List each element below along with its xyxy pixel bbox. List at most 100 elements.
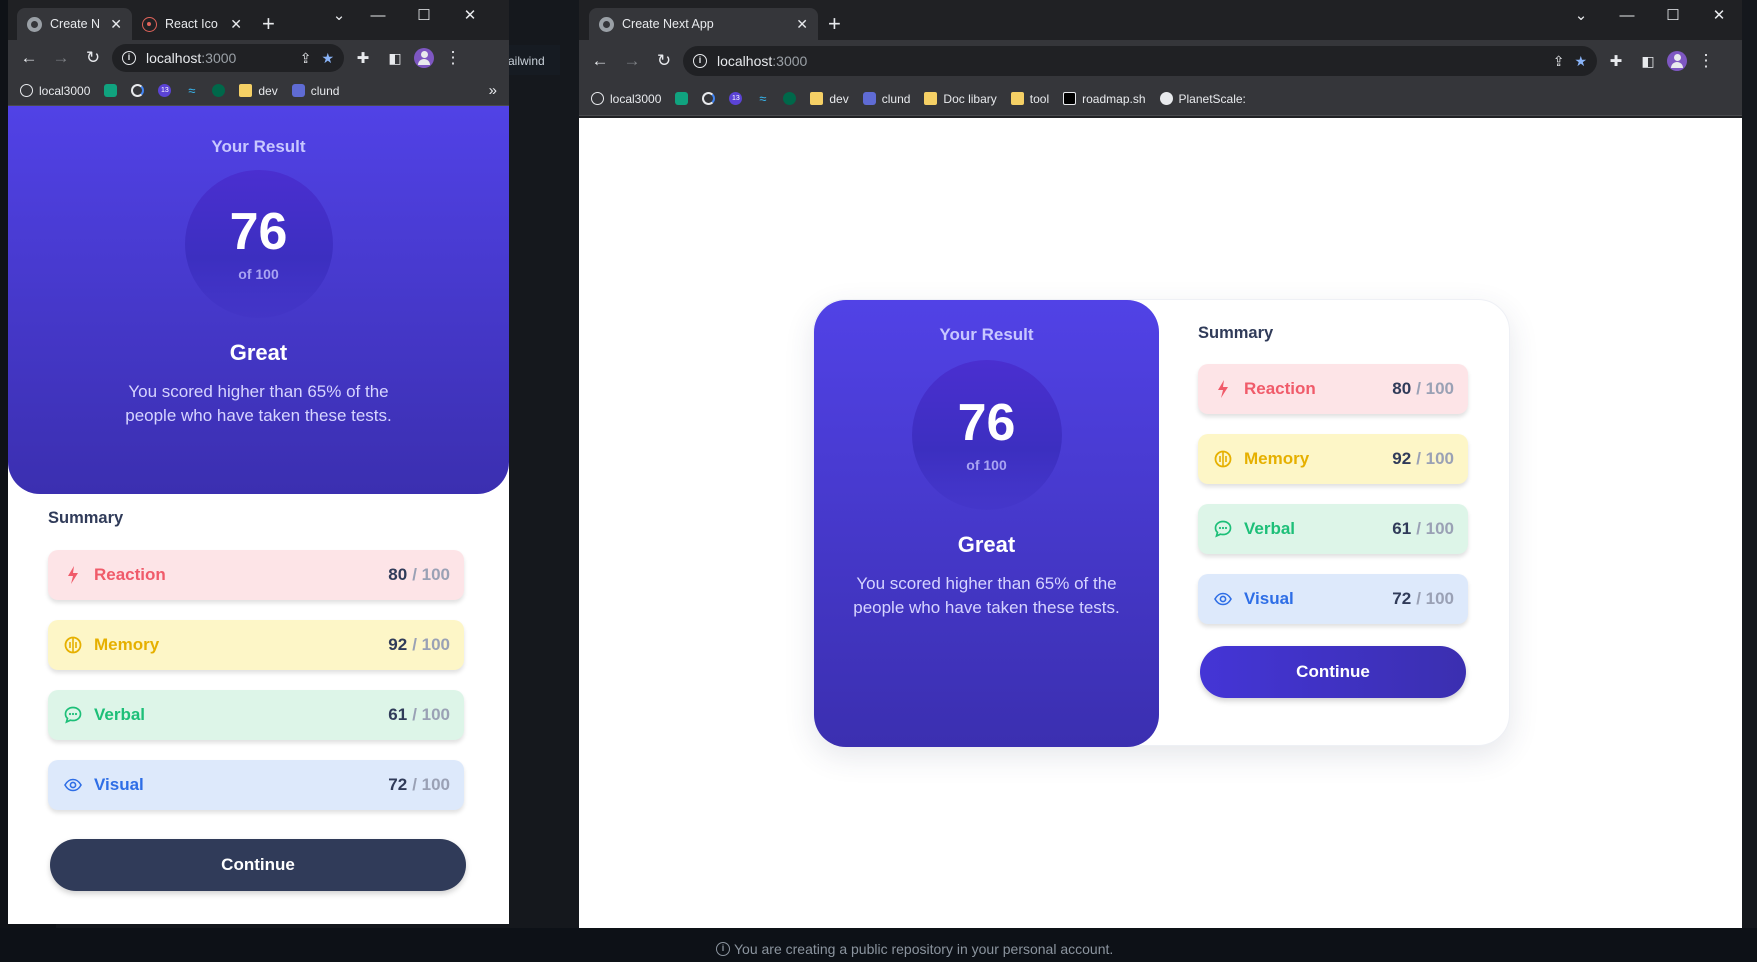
bookmark-dev[interactable]: dev (810, 92, 849, 106)
result-panel: Your Result 76 of 100 Great You scored h… (8, 106, 509, 494)
large-window-controls: ⌄ — ☐ ✕ (1558, 0, 1742, 30)
bookmark-chatgpt[interactable] (104, 84, 118, 97)
summary-row-visual: Visual 72 / 100 (48, 760, 464, 810)
bookmark-clund[interactable]: clund (291, 84, 339, 98)
repository-notice: i You are creating a public repository i… (716, 941, 1113, 957)
continue-button[interactable]: Continue (50, 839, 466, 891)
chatgpt-icon (675, 92, 689, 105)
result-description: You scored higher than 65% of the people… (125, 382, 392, 425)
maximize-icon[interactable]: ☐ (401, 6, 447, 24)
back-icon[interactable]: ← (587, 48, 613, 74)
google-icon (702, 92, 716, 105)
summary-row-reaction: Reaction 80 / 100 (48, 550, 464, 600)
small-browser-window: Create N ✕ React Ico ✕ + ⌄ — ☐ ✕ ← → ↻ i… (8, 0, 509, 924)
small-address-bar[interactable]: i localhost:3000 ⇪ ★ (112, 44, 344, 72)
score-value: 76 (229, 203, 288, 261)
roadmap-icon (1063, 92, 1077, 105)
site-info-icon[interactable]: i (122, 51, 136, 65)
share-icon[interactable]: ⇪ (300, 50, 312, 67)
bookmark-star-icon[interactable]: ★ (321, 50, 334, 67)
new-tab-button[interactable]: + (252, 8, 285, 40)
small-page-viewport: Your Result 76 of 100 Great You scored h… (8, 106, 509, 924)
small-tab-react-icons[interactable]: React Ico ✕ (132, 8, 252, 40)
cloud-icon (862, 92, 876, 105)
brain-icon (1214, 450, 1232, 468)
bookmark-tailwind[interactable]: ≈ (756, 92, 769, 105)
new-tab-button[interactable]: + (818, 8, 851, 40)
bookmark-chatgpt[interactable] (675, 92, 689, 105)
rating-label: Great (957, 532, 1016, 557)
side-panel-icon[interactable]: ◧ (382, 45, 408, 71)
folder-icon (924, 92, 938, 105)
globe-icon (27, 16, 42, 32)
tab-search-icon[interactable]: ⌄ (323, 6, 355, 24)
close-tab-icon[interactable]: ✕ (110, 16, 122, 33)
badge-13-icon: 13 (158, 84, 172, 97)
continue-button[interactable]: Continue (1200, 646, 1466, 698)
bookmark-local3000[interactable]: local3000 (20, 84, 90, 98)
bookmark-doc-libary[interactable]: Doc libary (924, 92, 997, 106)
reload-icon[interactable]: ↻ (80, 45, 106, 71)
bookmark-mongodb[interactable] (212, 84, 226, 97)
summary-row-memory: Memory 92 / 100 (1198, 434, 1468, 484)
forward-icon[interactable]: → (619, 48, 645, 74)
background-window-fragment: ailwind (500, 45, 560, 75)
tab-search-icon[interactable]: ⌄ (1558, 6, 1604, 24)
large-address-bar[interactable]: i localhost:3000 ⇪ ★ (683, 46, 1597, 76)
extensions-icon[interactable]: ✚ (1603, 48, 1629, 74)
share-icon[interactable]: ⇪ (1553, 53, 1565, 70)
result-panel: Your Result 76 of 100 Great You scored h… (814, 300, 1159, 747)
profile-avatar[interactable] (414, 48, 434, 68)
bookmark-clund[interactable]: clund (862, 92, 910, 106)
tailwind-icon: ≈ (188, 83, 196, 98)
google-icon (131, 84, 145, 97)
score-value: 76 (957, 394, 1016, 452)
bookmarks-overflow-icon[interactable]: » (489, 82, 497, 99)
react-icon (142, 16, 157, 32)
bookmark-roadmap[interactable]: roadmap.sh (1063, 92, 1146, 106)
brain-icon (64, 636, 82, 654)
large-page-viewport: Your Result 76 of 100 Great You scored h… (579, 118, 1742, 928)
result-description: You scored higher than 65% of the people… (853, 574, 1120, 617)
bookmark-planetscale[interactable]: PlanetScale: (1159, 92, 1246, 106)
reload-icon[interactable]: ↻ (651, 48, 677, 74)
small-tab-create-next-app[interactable]: Create N ✕ (17, 8, 132, 40)
bookmark-13[interactable]: 13 (158, 84, 172, 97)
bookmark-google[interactable] (702, 92, 716, 105)
bookmark-google[interactable] (131, 84, 145, 97)
menu-icon[interactable]: ⋮ (1693, 48, 1719, 74)
folder-icon (239, 84, 253, 97)
bookmark-star-icon[interactable]: ★ (1574, 53, 1587, 70)
minimize-icon[interactable]: — (1604, 7, 1650, 24)
cloud-icon (291, 84, 305, 97)
bookmark-mongodb[interactable] (783, 92, 797, 105)
maximize-icon[interactable]: ☐ (1650, 6, 1696, 24)
bookmark-tool[interactable]: tool (1010, 92, 1049, 106)
bookmark-local3000[interactable]: local3000 (591, 92, 661, 106)
score-out-of: of 100 (966, 457, 1007, 473)
close-window-icon[interactable]: ✕ (1696, 6, 1742, 24)
large-toolbar: ← → ↻ i localhost:3000 ⇪ ★ ✚ ◧ ⋮ (579, 40, 1742, 82)
site-info-icon[interactable]: i (693, 54, 707, 68)
bookmark-dev[interactable]: dev (239, 84, 278, 98)
side-panel-icon[interactable]: ◧ (1635, 48, 1661, 74)
summary-heading: Summary (48, 509, 124, 527)
badge-13-icon: 13 (729, 92, 743, 105)
close-window-icon[interactable]: ✕ (447, 6, 493, 24)
small-bookmarks-bar: local3000 13 ≈ dev clund » (8, 76, 509, 106)
forward-icon[interactable]: → (48, 45, 74, 71)
profile-avatar[interactable] (1667, 51, 1687, 71)
bookmark-tailwind[interactable]: ≈ (185, 84, 198, 97)
eye-icon (64, 776, 82, 794)
menu-icon[interactable]: ⋮ (440, 45, 466, 71)
large-tab-create-next-app[interactable]: Create Next App ✕ (589, 8, 818, 40)
extensions-icon[interactable]: ✚ (350, 45, 376, 71)
bookmark-13[interactable]: 13 (729, 92, 743, 105)
globe-icon (599, 16, 614, 32)
close-tab-icon[interactable]: ✕ (230, 16, 242, 33)
back-icon[interactable]: ← (16, 45, 42, 71)
lightning-icon (64, 566, 82, 584)
large-tab-strip: Create Next App ✕ + ⌄ — ☐ ✕ (579, 0, 1742, 40)
close-tab-icon[interactable]: ✕ (796, 16, 808, 33)
minimize-icon[interactable]: — (355, 7, 401, 24)
